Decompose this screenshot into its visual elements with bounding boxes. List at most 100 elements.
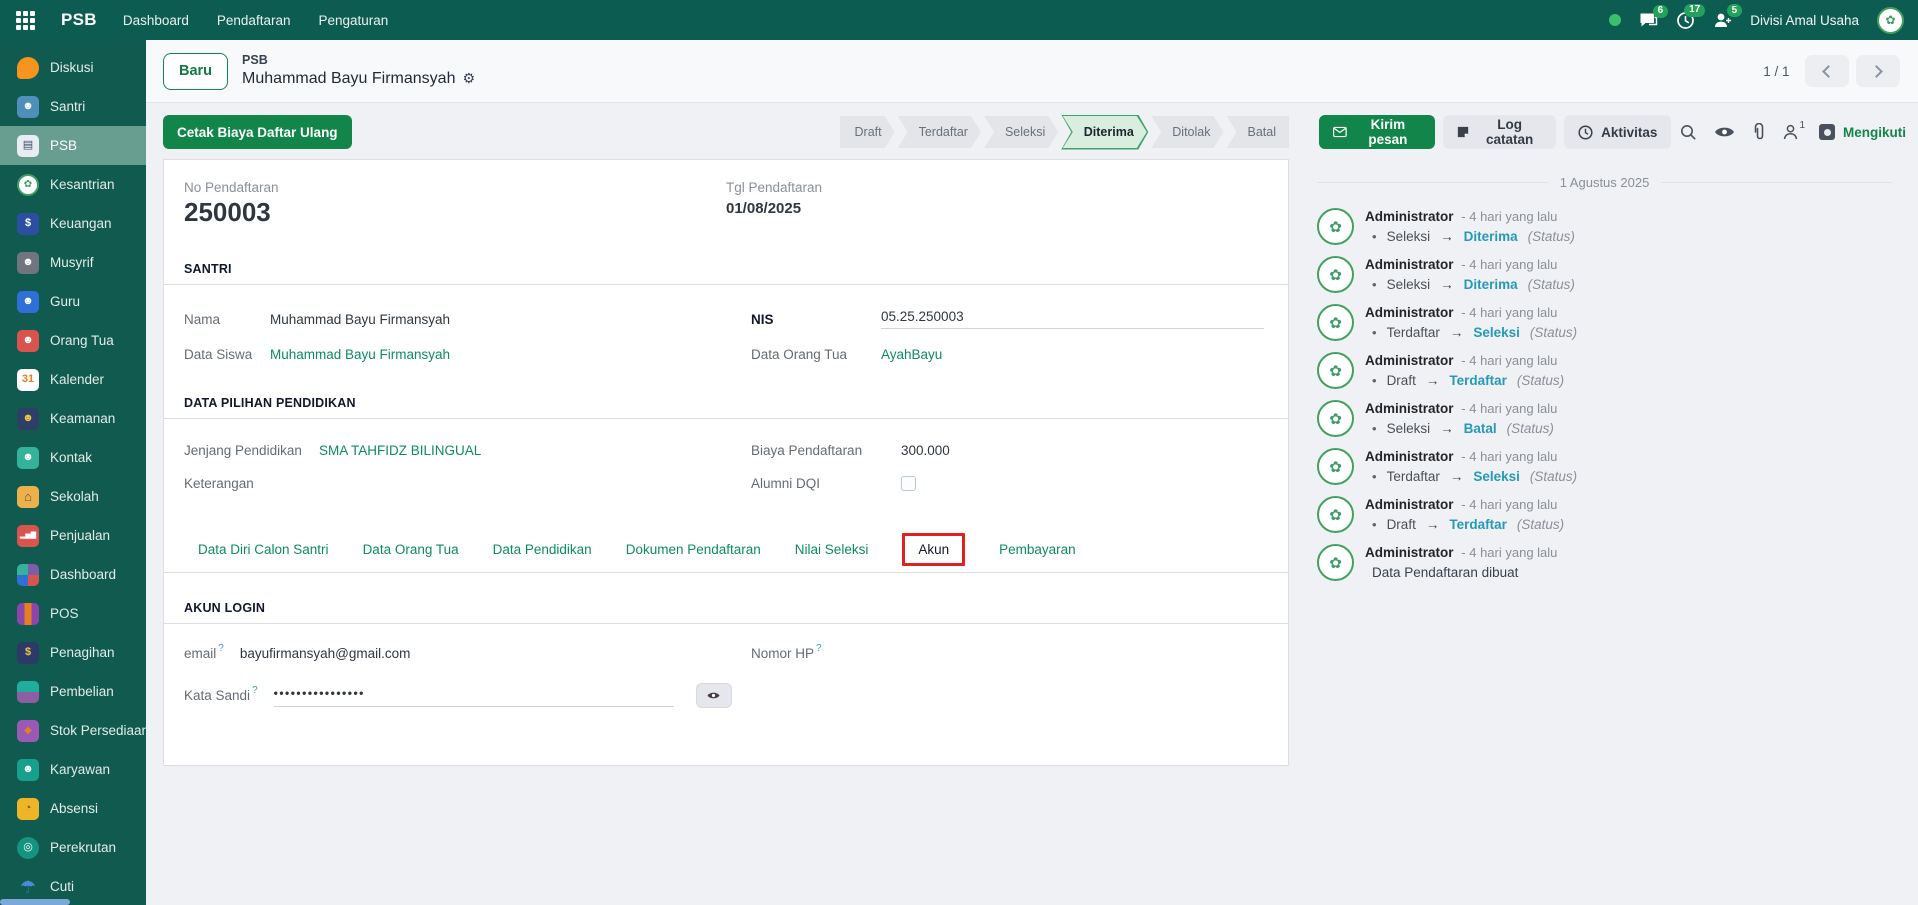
message-time: - 4 hari yang lalu — [1461, 497, 1557, 512]
author-avatar[interactable] — [1317, 496, 1354, 533]
chatter-message: Administrator - 4 hari yang lalu Seleksi… — [1317, 256, 1892, 293]
navbar-menu-item[interactable]: Pengaturan — [318, 13, 388, 28]
pager-next-button[interactable] — [1856, 55, 1900, 87]
breadcrumb-app-link[interactable]: PSB — [242, 53, 475, 69]
section-akun-title: AKUN LOGIN — [164, 601, 1288, 624]
eye-icon[interactable] — [1714, 125, 1735, 139]
author-avatar[interactable] — [1317, 256, 1354, 293]
data-siswa-link[interactable]: Muhammad Bayu Firmansyah — [270, 347, 450, 362]
sidebar-item[interactable]: ☻ Keamanan — [0, 399, 146, 438]
notebook-tab[interactable]: Akun — [902, 533, 965, 566]
statusbar-step[interactable]: Seleksi — [984, 116, 1058, 148]
notebook-tab[interactable]: Data Diri Calon Santri — [198, 534, 329, 565]
sidebar-item[interactable]: ⌂ Sekolah — [0, 477, 146, 516]
data-orang-tua-link[interactable]: AyahBayu — [881, 347, 942, 362]
followers-icon[interactable]: 1 — [1783, 124, 1805, 140]
help-icon: ? — [218, 643, 224, 654]
sidebar-item-label: Dashboard — [50, 567, 116, 582]
gear-icon[interactable] — [462, 70, 475, 88]
sidebar-item[interactable]: ◔ Absensi — [0, 789, 146, 828]
send-message-button[interactable]: Kirim pesan — [1319, 115, 1435, 149]
sidebar-item[interactable]: ✿ Kesantrian — [0, 165, 146, 204]
date-divider: 1 Agustus 2025 — [1317, 175, 1892, 190]
sidebar-item[interactable]: POS — [0, 594, 146, 633]
arrow-right-icon — [1440, 421, 1454, 436]
author-avatar[interactable] — [1317, 304, 1354, 341]
message-time: - 4 hari yang lalu — [1461, 449, 1557, 464]
sidebar-item-label: Sekolah — [50, 489, 99, 504]
sidebar-item[interactable]: $ Keuangan — [0, 204, 146, 243]
app-name[interactable]: PSB — [61, 10, 97, 30]
notebook-tab[interactable]: Data Orang Tua — [363, 534, 459, 565]
statusbar-step[interactable]: Ditolak — [1151, 116, 1223, 148]
sidebar-item[interactable]: ☻ Guru — [0, 282, 146, 321]
paperclip-icon[interactable] — [1752, 123, 1766, 141]
sidebar-scrollbar[interactable] — [0, 899, 70, 905]
statusbar-step[interactable]: Batal — [1227, 116, 1290, 148]
author-avatar[interactable] — [1317, 208, 1354, 245]
activities-button[interactable]: Aktivitas — [1564, 115, 1671, 149]
sidebar-item[interactable]: ☻ Kontak — [0, 438, 146, 477]
sidebar-item[interactable]: ▂▅▇ Penjualan — [0, 516, 146, 555]
notebook-tab[interactable]: Nilai Seleksi — [795, 534, 869, 565]
print-reregistration-fee-button[interactable]: Cetak Biaya Daftar Ulang — [163, 115, 352, 149]
company-switcher[interactable]: Divisi Amal Usaha — [1750, 13, 1859, 28]
user-avatar[interactable] — [1877, 7, 1904, 34]
apps-menu-icon[interactable] — [16, 11, 35, 30]
chatter-message: Administrator - 4 hari yang lalu Draft T… — [1317, 496, 1892, 533]
bullet-icon — [1372, 469, 1377, 484]
sidebar-item-label: Perekrutan — [50, 840, 116, 855]
messages-icon[interactable]: 6 — [1639, 12, 1658, 29]
arrow-right-icon — [1440, 277, 1454, 292]
finance-dollar-icon: $ — [17, 213, 39, 235]
sidebar-item[interactable]: ☻ Orang Tua — [0, 321, 146, 360]
statusbar: Draft Terdaftar Seleksi Diterima Ditolak… — [840, 115, 1289, 150]
jenjang-pendidikan-link[interactable]: SMA TAHFIDZ BILINGUAL — [319, 443, 481, 458]
chevron-left-icon — [1822, 65, 1835, 78]
purchase-layers-icon — [17, 681, 39, 703]
chatter-message: Administrator - 4 hari yang lalu Seleksi… — [1317, 400, 1892, 437]
notebook-tab[interactable]: Dokumen Pendaftaran — [626, 534, 761, 565]
sidebar-item[interactable]: ☻ Santri — [0, 87, 146, 126]
pager-prev-button[interactable] — [1805, 55, 1849, 87]
navbar-menus: Dashboard Pendaftaran Pengaturan — [123, 13, 388, 28]
message-time: - 4 hari yang lalu — [1461, 353, 1557, 368]
sidebar-item[interactable]: Dashboard — [0, 555, 146, 594]
notebook-tab[interactable]: Data Pendidikan — [493, 534, 592, 565]
toggle-password-button[interactable] — [696, 683, 732, 708]
author-avatar[interactable] — [1317, 352, 1354, 389]
sidebar-item-label: Kontak — [50, 450, 92, 465]
sidebar-item[interactable]: ☻ Musyrif — [0, 243, 146, 282]
statusbar-step[interactable]: Terdaftar — [898, 116, 981, 148]
alumni-dqi-checkbox[interactable] — [901, 476, 916, 491]
statusbar-step[interactable]: Diterima — [1061, 115, 1148, 150]
sidebar-item[interactable]: ◆ Stok Persediaan — [0, 711, 146, 750]
navbar-menu-item[interactable]: Pendaftaran — [217, 13, 291, 28]
sidebar-item[interactable]: ☻ Karyawan — [0, 750, 146, 789]
sidebar-item-label: Keuangan — [50, 216, 112, 231]
notifications-icon[interactable]: 5 — [1713, 11, 1732, 29]
activity-clock-icon[interactable]: 17 — [1676, 11, 1695, 30]
notebook-tab[interactable]: Pembayaran — [999, 534, 1076, 565]
status-tracking: Terdaftar Seleksi (Status) — [1365, 325, 1577, 340]
author-avatar[interactable] — [1317, 448, 1354, 485]
author-avatar[interactable] — [1317, 544, 1354, 581]
follow-button[interactable]: Mengikuti — [1819, 124, 1906, 140]
sidebar-item[interactable]: ◎ Perekrutan — [0, 828, 146, 867]
stage-badge[interactable]: Baru — [163, 53, 228, 90]
navbar-menu-item[interactable]: Dashboard — [123, 13, 189, 28]
sidebar-item[interactable]: $ Penagihan — [0, 633, 146, 672]
message-time: - 4 hari yang lalu — [1461, 401, 1557, 416]
statusbar-step[interactable]: Draft — [840, 116, 895, 148]
sidebar-item[interactable]: 31 Kalender — [0, 360, 146, 399]
log-note-button[interactable]: Log catatan — [1443, 115, 1556, 149]
teacher-icon: ☻ — [17, 291, 39, 313]
sidebar-item[interactable]: ▤ PSB — [0, 126, 146, 165]
sidebar-item[interactable]: Pembelian — [0, 672, 146, 711]
sidebar-item[interactable]: Diskusi — [0, 48, 146, 87]
employees-icon: ☻ — [17, 759, 39, 781]
nis-input[interactable]: 05.25.250003 — [881, 309, 1264, 329]
author-avatar[interactable] — [1317, 400, 1354, 437]
password-input[interactable]: •••••••••••••••• — [274, 684, 674, 707]
search-icon[interactable] — [1679, 123, 1697, 141]
